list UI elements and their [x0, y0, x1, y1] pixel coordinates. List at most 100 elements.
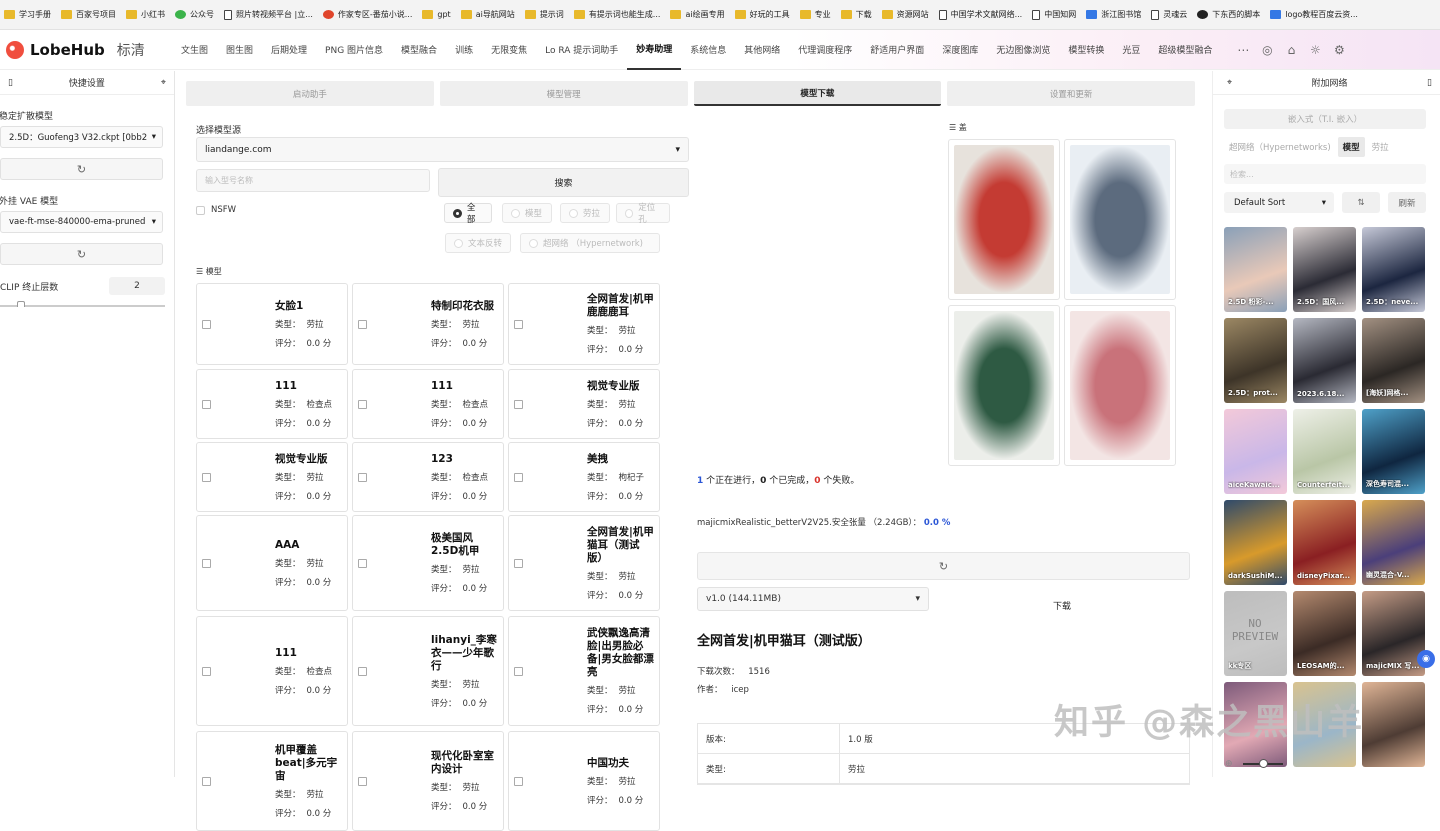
app-logo[interactable]: LobeHub 标清	[6, 40, 172, 60]
network-card[interactable]: majicMIX 写...	[1362, 591, 1425, 676]
network-card[interactable]: 2.5D：国风...	[1293, 227, 1356, 312]
nav-tab[interactable]: 模型转换	[1059, 30, 1113, 70]
bookmark-item[interactable]: 中国学术文献网络...	[938, 9, 1022, 20]
nav-tab[interactable]: 模型融合	[392, 30, 446, 70]
filter-radio[interactable]: 全部	[444, 203, 492, 225]
nav-tab[interactable]: 无限变焦	[482, 30, 536, 70]
bookmark-item[interactable]: 公众号	[175, 9, 214, 20]
embedding-tab[interactable]: 嵌入式（T.I. 嵌入）	[1224, 109, 1426, 129]
assistant-bubble-icon[interactable]: ◉	[1417, 650, 1435, 668]
model-card[interactable]: 视觉专业版 类型： 劳拉 评分： 0.0 分	[196, 442, 348, 512]
source-select[interactable]: liandange.com ▾	[196, 137, 689, 162]
network-tab[interactable]: 劳拉	[1367, 137, 1394, 157]
model-card[interactable]: AAA 类型： 劳拉 评分： 0.0 分	[196, 515, 348, 611]
sd-model-select[interactable]: 2.5D：Guofeng3 V32.ckpt [0bb2 ▾	[0, 126, 163, 148]
nav-tab[interactable]: 超级模型融合	[1149, 30, 1221, 70]
nav-tab[interactable]: 系统信息	[681, 30, 735, 70]
bookmark-item[interactable]: 提示词	[524, 9, 564, 20]
nav-tab[interactable]: 光豆	[1113, 30, 1149, 70]
card-size-slider[interactable]	[1242, 759, 1283, 768]
filter-radio[interactable]: 超网络 （Hypernetwork)	[520, 233, 660, 253]
collapse-icon[interactable]: ▯	[8, 78, 13, 88]
model-card[interactable]: 123 类型： 检查点 评分： 0.0 分	[352, 442, 504, 512]
model-card[interactable]: 女脸1 类型： 劳拉 评分： 0.0 分	[196, 283, 348, 365]
network-card[interactable]: 2.5D：neve...	[1362, 227, 1425, 312]
bookmark-item[interactable]: 中国知网	[1032, 9, 1076, 20]
nav-tab[interactable]: 后期处理	[262, 30, 316, 70]
tab-2[interactable]: 模型下载	[693, 81, 942, 106]
nav-tab[interactable]: 舒适用户界面	[861, 30, 933, 70]
nsfw-checkbox[interactable]: NSFW	[196, 205, 236, 215]
bookmark-item[interactable]: ai导航网站	[460, 9, 515, 20]
sort-select[interactable]: Default Sort ▾	[1224, 192, 1334, 213]
refresh-networks-button[interactable]: 刷新	[1388, 192, 1426, 213]
network-card[interactable]	[1362, 682, 1425, 767]
model-card[interactable]: lihanyi_李寒衣——少年歌行 类型： 劳拉 评分： 0.0 分	[352, 616, 504, 726]
github-icon[interactable]: ◎	[1255, 43, 1279, 57]
network-card[interactable]: Counterfeit...	[1293, 409, 1356, 494]
model-card[interactable]: 全网首发|机甲猫耳（测试版） 类型： 劳拉 评分： 0.0 分	[508, 515, 660, 611]
sort-direction-button[interactable]: ⇅	[1342, 192, 1380, 213]
network-tab[interactable]: 模型	[1337, 137, 1365, 157]
bookmark-item[interactable]: 资源网站	[881, 9, 929, 20]
refresh-sd-model-button[interactable]: ↻	[0, 158, 163, 180]
model-card[interactable]: 111 类型： 检查点 评分： 0.0 分	[196, 369, 348, 439]
model-card[interactable]: 全网首发|机甲鹿鹿鹿耳 类型： 劳拉 评分： 0.0 分	[508, 283, 660, 365]
tab-3[interactable]: 设置和更新	[947, 81, 1195, 106]
bookmark-item[interactable]: 下载	[840, 9, 872, 20]
nav-tab[interactable]: 代理调度程序	[789, 30, 861, 70]
bookmark-item[interactable]: 照片转视频平台 |立...	[224, 9, 313, 20]
model-card[interactable]: 现代化卧室室内设计 类型： 劳拉 评分： 0.0 分	[352, 731, 504, 831]
network-card[interactable]: aiceKawaic...	[1224, 409, 1287, 494]
bookmark-item[interactable]: 百家号项目	[61, 9, 116, 20]
bookmark-item[interactable]: 作家专区-番茄小说...	[322, 9, 412, 20]
model-card[interactable]: 美拽 类型： 枸杞子 评分： 0.0 分	[508, 442, 660, 512]
bookmark-item[interactable]: gpt	[422, 10, 451, 19]
bookmark-item[interactable]: 好玩的工具	[734, 9, 790, 20]
collapse-icon[interactable]: ▯	[1427, 78, 1432, 88]
refresh-vae-button[interactable]: ↻	[0, 243, 163, 265]
model-card[interactable]: 武侠飘逸高清脸|出男脸必备|男女脸都漂亮 类型： 劳拉 评分： 0.0 分	[508, 616, 660, 726]
preview-image[interactable]	[1064, 305, 1176, 466]
tab-0[interactable]: 启动助手	[186, 81, 434, 106]
nav-tab[interactable]: 训练	[446, 30, 482, 70]
bookmark-item[interactable]: 浙江图书馆	[1086, 9, 1141, 20]
bookmark-item[interactable]: 灵魂云	[1151, 9, 1187, 20]
network-card[interactable]: LEOSAM的...	[1293, 591, 1356, 676]
filter-radio[interactable]: 劳拉	[560, 203, 610, 223]
nav-tab[interactable]: 深度图库	[933, 30, 987, 70]
model-card[interactable]: 111 类型： 检查点 评分： 0.0 分	[196, 616, 348, 726]
clip-value-input[interactable]: 2	[109, 277, 165, 295]
bookmark-item[interactable]: 下东西的脚本	[1197, 9, 1260, 20]
model-card[interactable]: 111 类型： 检查点 评分： 0.0 分	[352, 369, 504, 439]
model-card[interactable]: 特制印花衣服 类型： 劳拉 评分： 0.0 分	[352, 283, 504, 365]
nav-tab[interactable]: 图生图	[217, 30, 262, 70]
network-tab[interactable]: 超网络（Hypernetworks)	[1224, 137, 1336, 157]
slider-handle[interactable]	[1258, 759, 1268, 768]
clip-slider[interactable]	[0, 301, 165, 307]
version-select[interactable]: v1.0 (144.11MB) ▾	[697, 587, 929, 611]
filter-radio[interactable]: 定位孔	[616, 203, 670, 225]
network-card[interactable]: 幽灵混合-V...	[1362, 500, 1425, 585]
bookmark-item[interactable]: logo教程百度云资...	[1270, 9, 1358, 20]
vae-select[interactable]: vae-ft-mse-840000-ema-pruned ▾	[0, 211, 163, 233]
filter-radio[interactable]: 文本反转	[445, 233, 511, 253]
preview-image[interactable]	[948, 139, 1060, 300]
network-card[interactable]: 深色寿司混...	[1362, 409, 1425, 494]
shirt-icon[interactable]: ⌂	[1279, 43, 1303, 57]
preview-image[interactable]	[948, 305, 1060, 466]
nav-tab[interactable]: Lo RA 提示词助手	[536, 30, 627, 70]
preview-image[interactable]	[1064, 139, 1176, 300]
model-card[interactable]: 极美国风2.5D机甲 类型： 劳拉 评分： 0.0 分	[352, 515, 504, 611]
network-card[interactable]: 2.5D 粉彩-...	[1224, 227, 1287, 312]
filter-radio[interactable]: 模型	[502, 203, 552, 223]
model-card[interactable]: 中国功夫 类型： 劳拉 评分： 0.0 分	[508, 731, 660, 831]
model-card[interactable]: 视觉专业版 类型： 劳拉 评分： 0.0 分	[508, 369, 660, 439]
bookmark-item[interactable]: 学习手册	[4, 9, 51, 20]
nav-tab[interactable]: 妙寿助理	[627, 30, 682, 70]
bookmark-item[interactable]: ai绘画专用	[670, 9, 725, 20]
slider-handle[interactable]	[16, 301, 25, 307]
model-name-input[interactable]: 输入型号名称	[196, 169, 430, 192]
pin-icon[interactable]: ⌖	[1227, 78, 1232, 88]
network-card[interactable]: 2023.6.18...	[1293, 318, 1356, 403]
